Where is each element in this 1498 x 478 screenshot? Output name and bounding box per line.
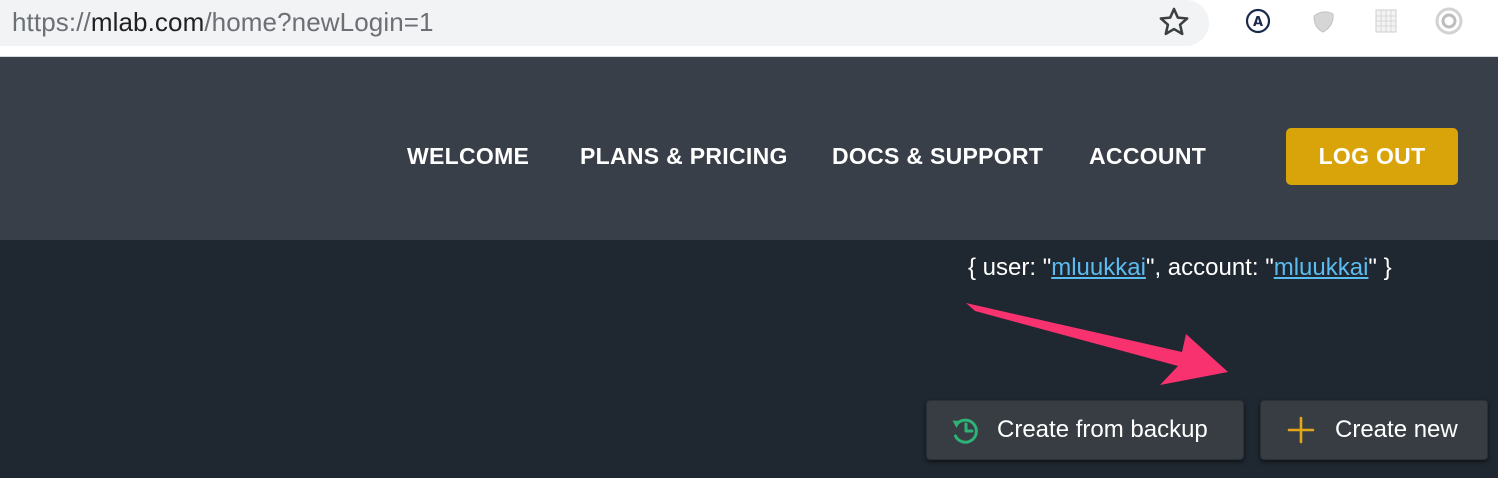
create-new-button[interactable]: Create new (1260, 400, 1488, 460)
plus-icon (1287, 416, 1315, 444)
nav-account[interactable]: ACCOUNT (1089, 143, 1206, 170)
grid-extension-icon[interactable] (1371, 6, 1401, 36)
address-bar[interactable]: https://mlab.com/home?newLogin=1 (0, 0, 1209, 46)
user-link[interactable]: mluukkai (1051, 254, 1146, 281)
circle-target-extension-icon[interactable] (1434, 6, 1464, 36)
user-info-suffix: " } (1368, 254, 1392, 281)
backup-history-icon (952, 418, 978, 444)
browser-toolbar: https://mlab.com/home?newLogin=1 A (0, 0, 1498, 57)
site-header: WELCOME PLANS & PRICING DOCS & SUPPORT A… (0, 57, 1498, 240)
url-text[interactable]: https://mlab.com/home?newLogin=1 (12, 7, 434, 38)
grey-shield-extension-icon[interactable] (1308, 6, 1338, 36)
svg-text:A: A (1253, 15, 1263, 30)
create-from-backup-button[interactable]: Create from backup (926, 400, 1244, 460)
user-account-info: { user: "mluukkai", account: "mluukkai" … (968, 254, 1392, 282)
create-from-backup-label: Create from backup (997, 416, 1208, 443)
account-link[interactable]: mluukkai (1274, 254, 1369, 281)
nav-plans-pricing[interactable]: PLANS & PRICING (580, 143, 788, 170)
url-path: /home?newLogin=1 (204, 7, 434, 37)
star-icon[interactable] (1157, 5, 1191, 39)
create-new-label: Create new (1335, 416, 1458, 443)
logout-button[interactable]: LOG OUT (1286, 128, 1458, 185)
nav-welcome[interactable]: WELCOME (407, 143, 529, 170)
nav-docs-support[interactable]: DOCS & SUPPORT (832, 143, 1043, 170)
url-domain: mlab.com (90, 7, 205, 37)
user-info-prefix: { user: " (968, 254, 1052, 281)
a-circle-extension-icon[interactable]: A (1243, 6, 1273, 36)
user-info-middle: ", account: " (1145, 254, 1274, 281)
url-prefix: https:// (12, 7, 91, 37)
